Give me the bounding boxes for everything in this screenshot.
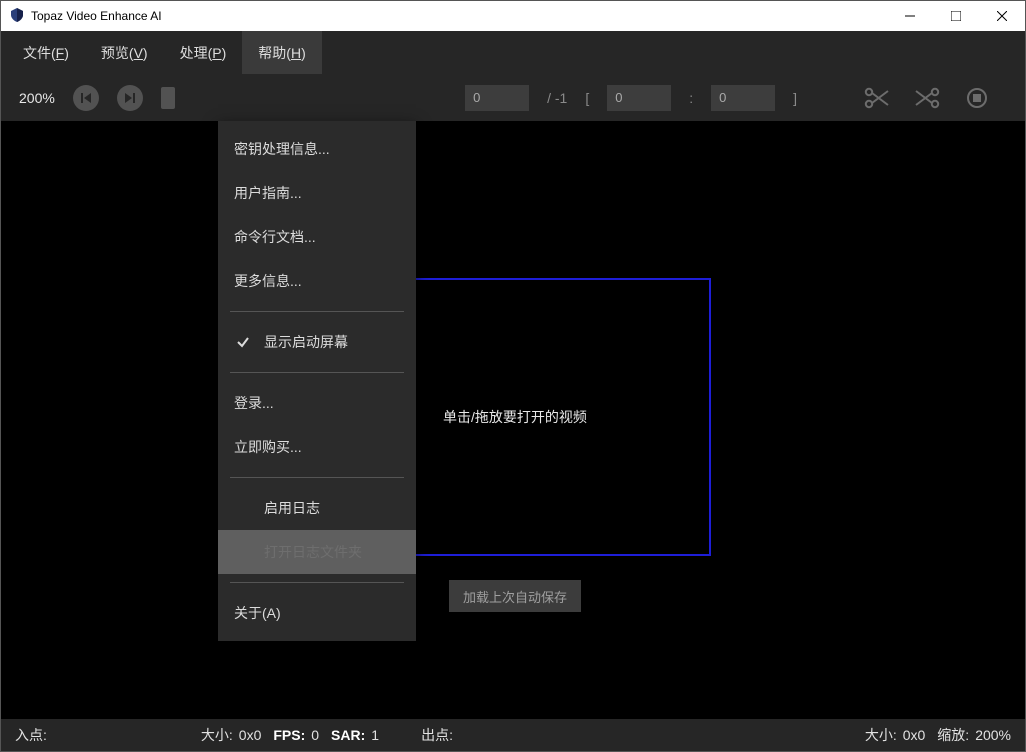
help-item-login[interactable]: 登录... bbox=[218, 381, 416, 425]
in-point-label: 入点: bbox=[15, 725, 47, 745]
statusbar-zoom-group: 缩放: 200% bbox=[937, 725, 1011, 745]
range-separator: : bbox=[689, 90, 693, 106]
close-button[interactable] bbox=[979, 1, 1025, 31]
app-window: Topaz Video Enhance AI 文件(F) 预览(V) 处理(P)… bbox=[0, 0, 1026, 752]
help-item-about[interactable]: 关于(A) bbox=[218, 591, 416, 635]
help-item-enable-log[interactable]: 启用日志 bbox=[218, 486, 416, 530]
help-item-more-info[interactable]: 更多信息... bbox=[218, 259, 416, 303]
cut-in-icon[interactable] bbox=[861, 82, 893, 114]
video-canvas: 单击/拖放要打开的视频 加载上次自动保存 密钥处理信息... 用户指南... 命… bbox=[1, 121, 1025, 719]
menu-separator bbox=[230, 311, 404, 312]
title-text: Topaz Video Enhance AI bbox=[31, 9, 162, 23]
menu-help[interactable]: 帮助(H) bbox=[242, 31, 321, 74]
help-item-user-guide[interactable]: 用户指南... bbox=[218, 171, 416, 215]
menu-separator bbox=[230, 372, 404, 373]
range-start-input[interactable]: 0 bbox=[607, 85, 671, 111]
range-end-input[interactable]: 0 bbox=[711, 85, 775, 111]
size-group: 大小: 0x0 bbox=[201, 725, 261, 745]
range-close-bracket: ] bbox=[793, 90, 797, 106]
toolbar: 200% 0 / -1 [ 0 : 0 ] bbox=[1, 74, 1025, 121]
menu-process[interactable]: 处理(P) bbox=[164, 31, 243, 74]
menu-preview[interactable]: 预览(V) bbox=[85, 31, 164, 74]
help-dropdown: 密钥处理信息... 用户指南... 命令行文档... 更多信息... 显示启动屏… bbox=[218, 121, 416, 641]
help-item-open-log-folder[interactable]: 打开日志文件夹 bbox=[218, 530, 416, 574]
sar-group: SAR: 1 bbox=[331, 727, 379, 743]
check-icon bbox=[234, 335, 252, 349]
maximize-button[interactable] bbox=[933, 1, 979, 31]
dropzone-text: 单击/拖放要打开的视频 bbox=[443, 407, 587, 427]
prev-frame-button[interactable] bbox=[73, 85, 99, 111]
cut-out-icon[interactable] bbox=[911, 82, 943, 114]
size2-group: 大小: 0x0 bbox=[865, 725, 925, 745]
frame-total-label: / -1 bbox=[547, 90, 567, 106]
next-frame-button[interactable] bbox=[117, 85, 143, 111]
range-open-bracket: [ bbox=[585, 90, 589, 106]
menu-separator bbox=[230, 582, 404, 583]
frame-number-input[interactable]: 0 bbox=[465, 85, 529, 111]
statusbar: 入点: 大小: 0x0 FPS: 0 SAR: 1 出点: 大小: 0x0 缩放… bbox=[1, 719, 1025, 751]
titlebar: Topaz Video Enhance AI bbox=[1, 1, 1025, 31]
stop-button[interactable] bbox=[961, 82, 993, 114]
help-item-key-info[interactable]: 密钥处理信息... bbox=[218, 127, 416, 171]
menu-separator bbox=[230, 477, 404, 478]
help-item-cli-docs[interactable]: 命令行文档... bbox=[218, 215, 416, 259]
help-item-buy-now[interactable]: 立即购买... bbox=[218, 425, 416, 469]
minimize-button[interactable] bbox=[887, 1, 933, 31]
app-icon bbox=[9, 7, 25, 26]
timeline-scrubber[interactable] bbox=[161, 87, 175, 109]
fps-group: FPS: 0 bbox=[273, 727, 319, 743]
help-item-show-splash[interactable]: 显示启动屏幕 bbox=[218, 320, 416, 364]
out-point-label: 出点: bbox=[421, 725, 453, 745]
menubar: 文件(F) 预览(V) 处理(P) 帮助(H) bbox=[1, 31, 1025, 74]
load-last-autosave-button[interactable]: 加载上次自动保存 bbox=[449, 580, 581, 612]
title-left-cluster: Topaz Video Enhance AI bbox=[1, 7, 162, 26]
zoom-display[interactable]: 200% bbox=[19, 90, 55, 106]
menu-file[interactable]: 文件(F) bbox=[7, 31, 85, 74]
